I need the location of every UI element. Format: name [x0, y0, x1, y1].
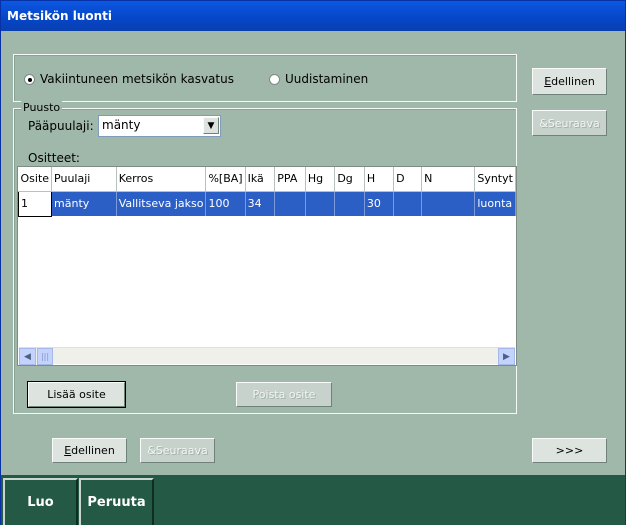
grid-header-cell[interactable]: %[BA]: [205, 167, 246, 192]
more-button-label: >>>: [555, 444, 584, 457]
species-select[interactable]: mänty ▼: [98, 115, 221, 137]
grid-cell[interactable]: Vallitseva jakso: [116, 191, 207, 216]
remove-section-button[interactable]: Poista osite: [236, 382, 332, 407]
sections-grid[interactable]: Osite Puulaji Kerros %[BA] Ikä PPA Hg Dg H D N Synt…: [17, 166, 517, 366]
radio-unchecked-icon: [269, 73, 280, 85]
prev-button-top-label: Edellinen: [544, 75, 595, 88]
next-button-bottom-label: &Seuraava: [147, 444, 208, 457]
radio-uudistaminen[interactable]: Uudistaminen: [269, 72, 368, 86]
grid-header-cell[interactable]: N: [421, 167, 476, 192]
prev-rest-bottom: dellinen: [71, 444, 115, 457]
grid-header-cell[interactable]: Hg: [305, 167, 336, 192]
grid-header-row: Osite Puulaji Kerros %[BA] Ikä PPA Hg Dg H D N Synt…: [18, 167, 516, 192]
add-section-button[interactable]: Lisää osite: [27, 381, 126, 408]
grid-cell[interactable]: [393, 191, 423, 216]
chevron-right-icon[interactable]: ▶: [498, 348, 515, 365]
grid-cell[interactable]: 30: [364, 191, 395, 216]
next-button-top-label: &Seuraava: [539, 116, 600, 130]
radio-vakiintunut[interactable]: Vakiintuneen metsikön kasvatus: [24, 72, 234, 86]
grid-header-cell[interactable]: Dg: [334, 167, 365, 192]
grid-cell[interactable]: 34: [245, 191, 276, 216]
grid-header-cell[interactable]: H: [364, 167, 395, 192]
grid-header-cell[interactable]: Kerros: [116, 167, 207, 192]
remove-section-label: Poista osite: [252, 388, 316, 401]
species-label: Pääpuulaji:: [28, 119, 94, 133]
window-title: Metsikön luonti: [7, 9, 112, 23]
dialog-window: Metsikön luonti Vakiintuneen metsikön ka…: [0, 0, 626, 525]
sections-label: Ositteet:: [28, 151, 80, 165]
add-section-label: Lisää osite: [47, 388, 106, 401]
grid-header-cell[interactable]: Puulaji: [51, 167, 117, 192]
puusto-group-label: Puusto: [21, 101, 63, 114]
radio-vakiintunut-label: Vakiintuneen metsikön kasvatus: [40, 72, 234, 86]
chevron-down-icon[interactable]: ▼: [203, 117, 219, 134]
cancel-button-label: Peruuta: [87, 495, 146, 510]
grid-header-cell[interactable]: Osite: [18, 167, 53, 192]
title-bar[interactable]: Metsikön luonti: [1, 1, 625, 31]
grid-header-cell[interactable]: PPA: [274, 167, 306, 192]
grid-cell[interactable]: 100: [205, 191, 246, 216]
grid-cell[interactable]: 1: [18, 190, 53, 217]
grid-cell[interactable]: [305, 191, 336, 216]
sections-table: Osite Puulaji Kerros %[BA] Ikä PPA Hg Dg H D N Synt…: [18, 167, 516, 217]
grid-header-cell[interactable]: Syntyt: [474, 167, 516, 192]
prev-button-bottom-label: Edellinen: [64, 444, 115, 457]
grid-cell[interactable]: [421, 191, 476, 216]
prev-button-top[interactable]: Edellinen: [532, 68, 607, 95]
grid-cell[interactable]: luonta: [474, 191, 516, 216]
grid-cell[interactable]: [274, 191, 306, 216]
cancel-button[interactable]: Peruuta: [79, 478, 154, 525]
grid-header-cell[interactable]: D: [393, 167, 423, 192]
create-button[interactable]: Luo: [3, 478, 78, 525]
table-row[interactable]: 1 mänty Vallitseva jakso 100 34 30 luonta: [18, 190, 516, 217]
grid-cell[interactable]: mänty: [51, 191, 117, 216]
create-button-label: Luo: [27, 495, 54, 510]
species-value: mänty: [102, 118, 141, 132]
radio-uudistaminen-label: Uudistaminen: [285, 72, 369, 86]
next-button-top[interactable]: &Seuraava: [532, 110, 607, 136]
grid-cell[interactable]: [334, 191, 365, 216]
prev-button-bottom[interactable]: Edellinen: [52, 438, 127, 463]
grid-header-cell[interactable]: Ikä: [245, 167, 276, 192]
more-button[interactable]: >>>: [532, 438, 607, 463]
radio-checked-icon: [24, 73, 35, 85]
chevron-left-icon[interactable]: ◀: [19, 348, 36, 365]
prev-rest: dellinen: [551, 75, 595, 88]
next-button-bottom[interactable]: &Seuraava: [140, 438, 215, 463]
scroll-thumb[interactable]: |||: [37, 348, 53, 365]
horizontal-scrollbar[interactable]: ◀ ||| ▶: [19, 347, 515, 365]
